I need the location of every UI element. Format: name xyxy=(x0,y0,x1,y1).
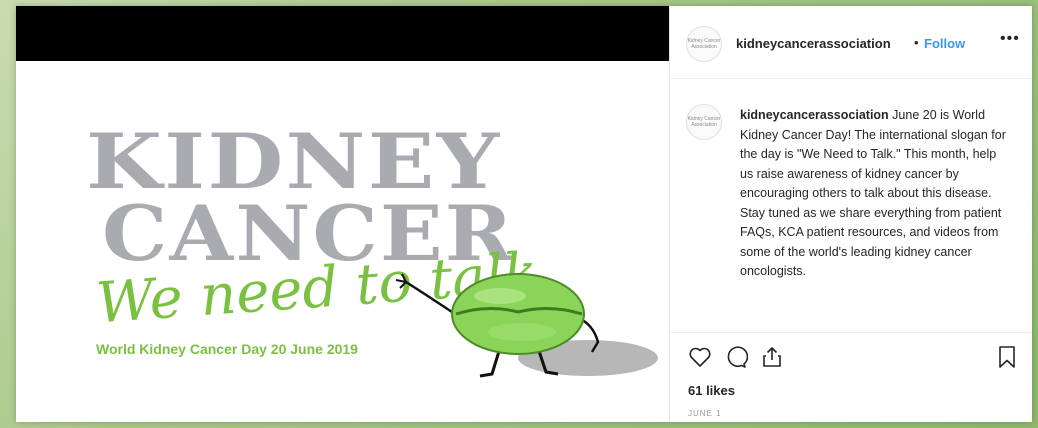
header-username-link[interactable]: kidneycancerassociation xyxy=(736,36,891,51)
share-icon[interactable] xyxy=(760,345,784,369)
post-header: Kidney Cancer Association kidneycanceras… xyxy=(670,6,1032,79)
caption-avatar[interactable]: Kidney Cancer Association xyxy=(686,104,722,140)
profile-avatar[interactable]: Kidney Cancer Association xyxy=(686,26,722,62)
post-actions-bar: 61 likes JUNE 1 xyxy=(670,332,1032,422)
post-image[interactable]: KIDNEY CANCER We need to talk World Kidn… xyxy=(16,6,669,422)
likes-count[interactable]: 61 likes xyxy=(688,383,735,398)
heart-icon[interactable] xyxy=(688,345,712,369)
event-subline: World Kidney Cancer Day 20 June 2019 xyxy=(96,341,358,357)
more-options-icon[interactable]: ••• xyxy=(1000,30,1020,48)
post-caption: kidneycancerassociation June 20 is World… xyxy=(740,106,1012,282)
caption-username-link[interactable]: kidneycancerassociation xyxy=(740,108,889,122)
image-black-bar xyxy=(16,6,669,61)
follow-button[interactable]: Follow xyxy=(924,36,965,51)
bookmark-icon[interactable] xyxy=(996,345,1018,369)
caption-text: June 20 is World Kidney Cancer Day! The … xyxy=(740,108,1006,278)
avatar-logo-text: Kidney Cancer Association xyxy=(687,38,721,50)
caption-avatar-logo-text: Kidney Cancer Association xyxy=(687,116,721,128)
instagram-post-frame: KIDNEY CANCER We need to talk World Kidn… xyxy=(16,6,1032,422)
header-separator: • xyxy=(914,35,919,50)
post-side-panel: Kidney Cancer Association kidneycanceras… xyxy=(669,6,1032,422)
comment-icon[interactable] xyxy=(724,345,748,369)
kidney-mascot-illustration xyxy=(395,273,658,378)
post-date: JUNE 1 xyxy=(688,409,722,418)
